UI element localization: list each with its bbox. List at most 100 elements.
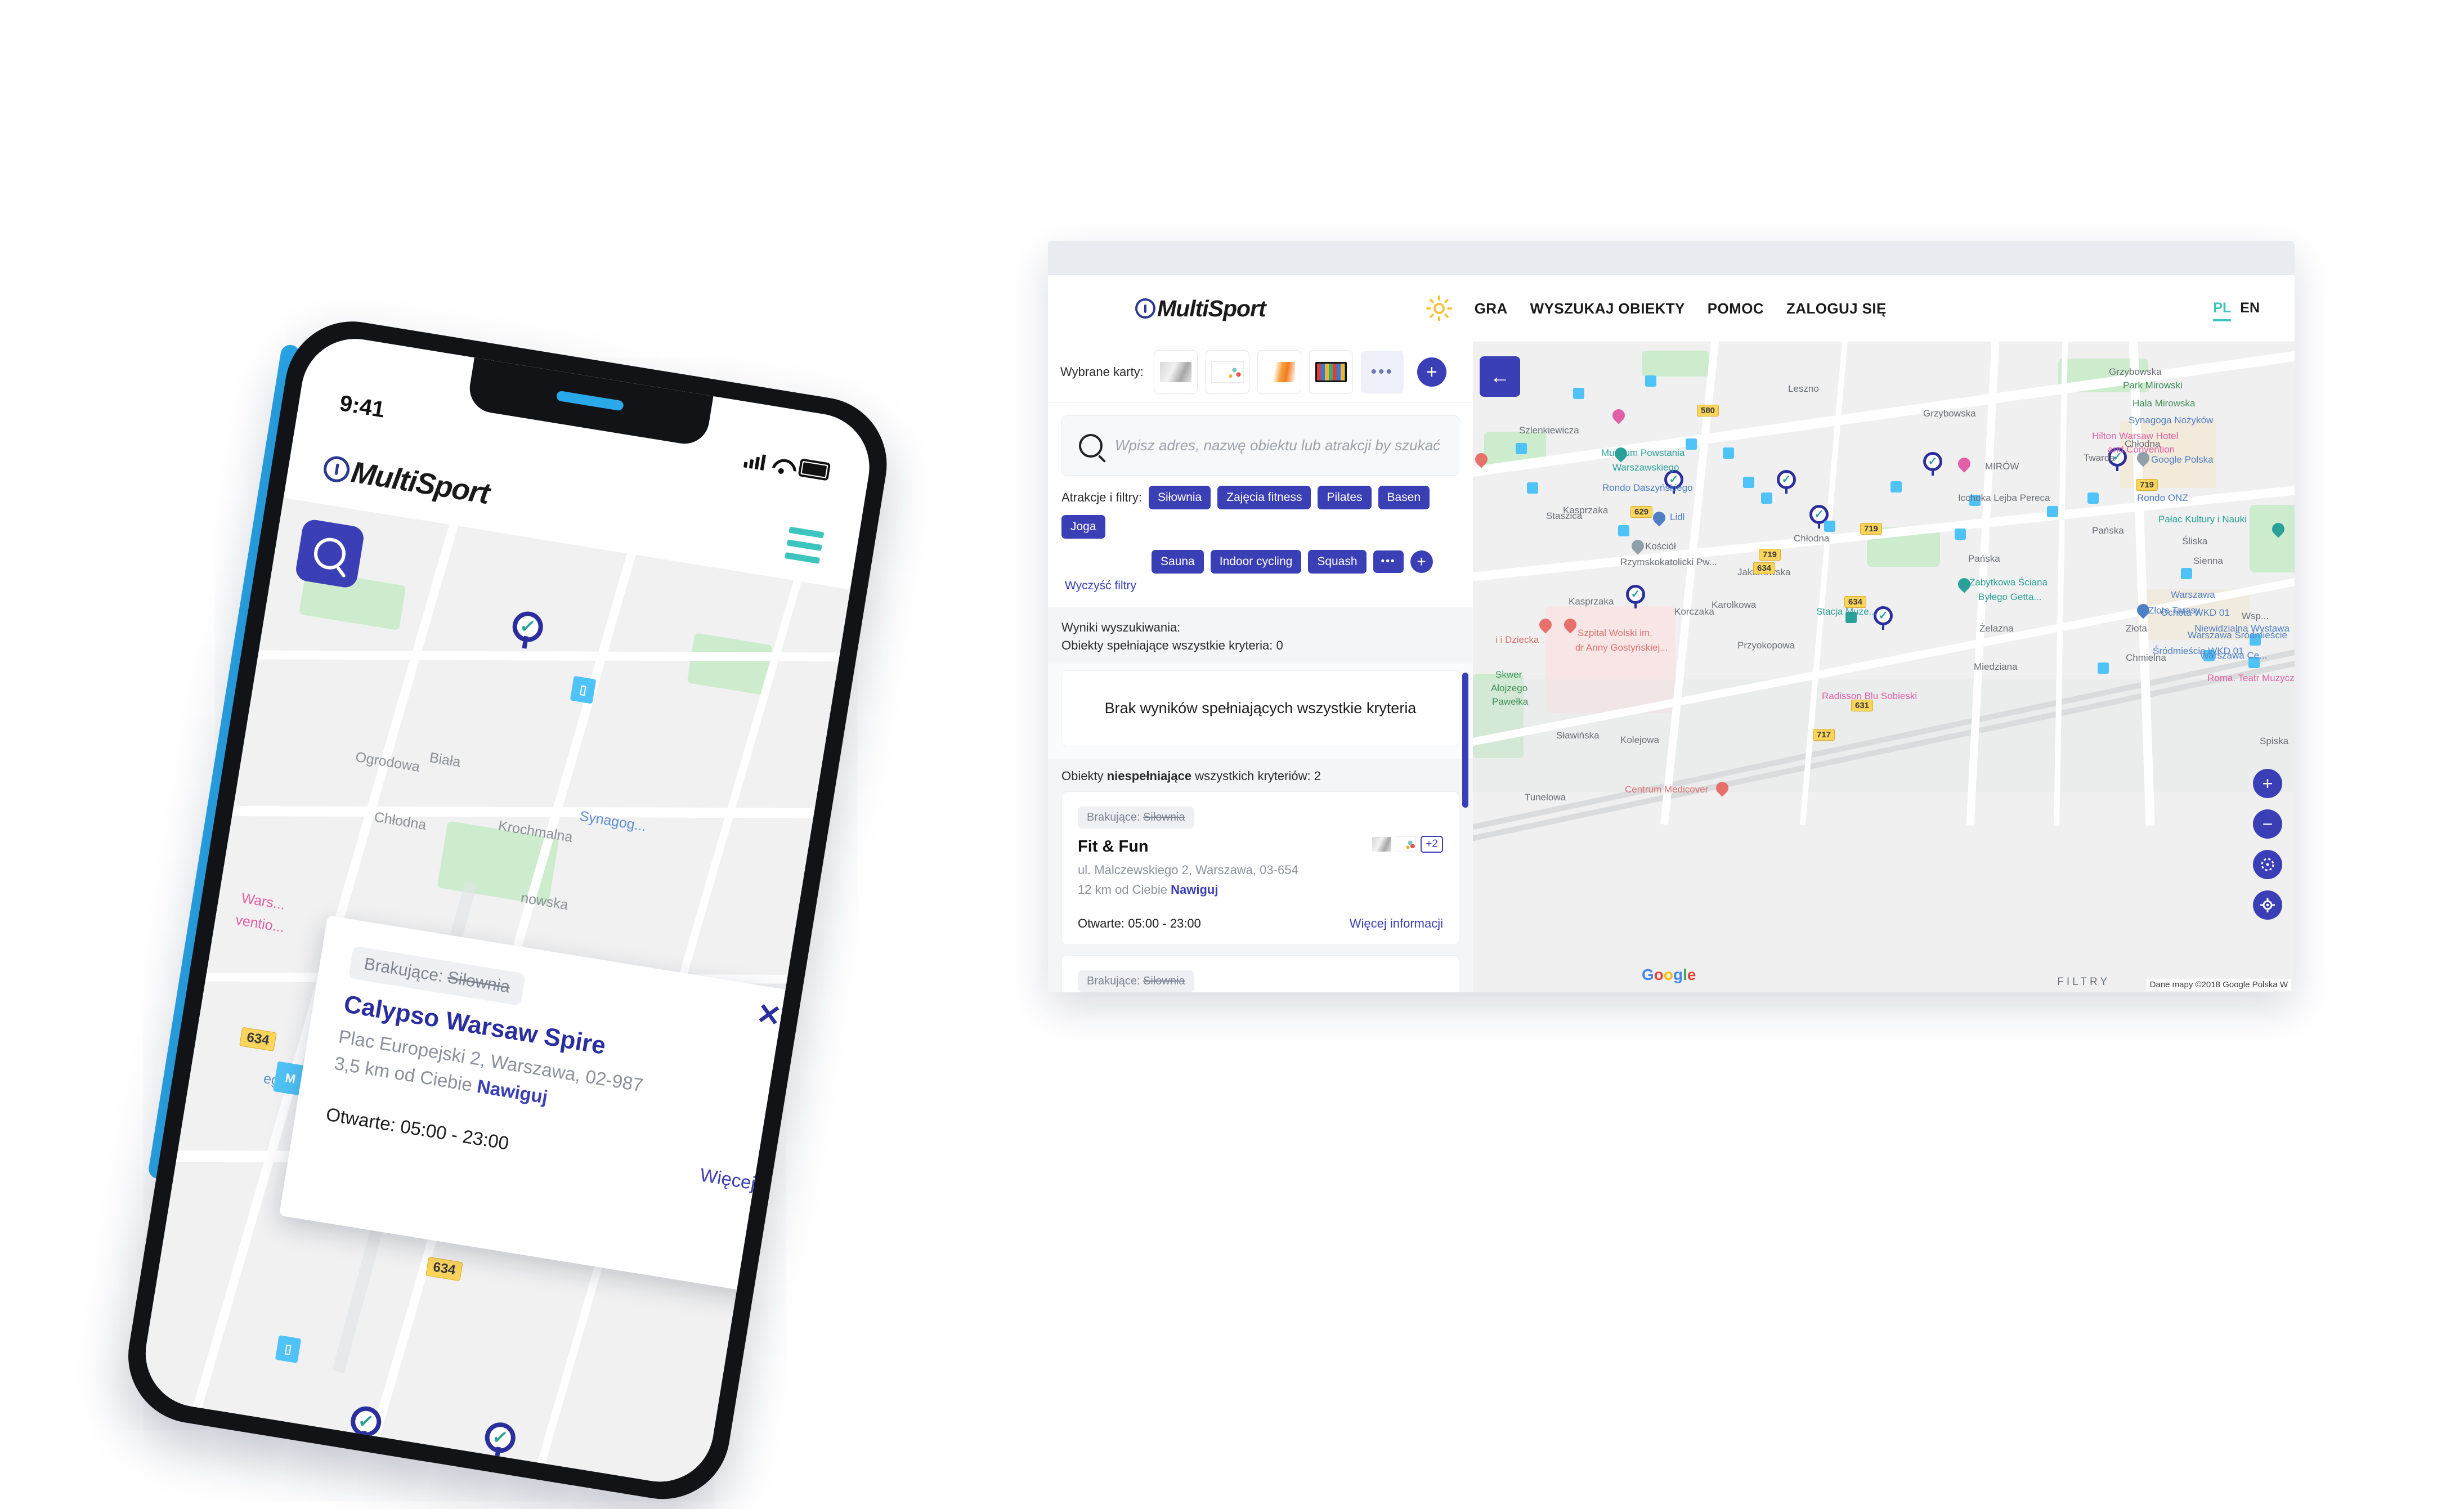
filter-add-button[interactable]: + bbox=[1410, 550, 1433, 573]
card-thumb-multisport-kids[interactable] bbox=[1205, 350, 1249, 394]
wifi-icon bbox=[771, 457, 792, 474]
more-link[interactable]: Więcej bbox=[698, 1164, 757, 1194]
filter-chip-zajecia-fitness[interactable]: Zajęcia fitness bbox=[1217, 486, 1311, 509]
map-label: Skwer bbox=[1495, 669, 1522, 680]
map-label: Pawełka bbox=[1492, 696, 1529, 707]
map-label: Korczaka bbox=[1674, 606, 1714, 617]
filter-chip-indoor-cycling[interactable]: Indoor cycling bbox=[1210, 550, 1302, 574]
map-label: Park Mirowski bbox=[2123, 380, 2183, 391]
road-shield: 629 bbox=[1630, 506, 1653, 518]
map-pin-venue[interactable]: ✓ bbox=[510, 609, 545, 644]
nav-item-zaloguj-sie[interactable]: ZALOGUJ SIĘ bbox=[1786, 300, 1887, 317]
map-label: Wars... bbox=[240, 890, 286, 913]
lang-option-en[interactable]: EN bbox=[2240, 300, 2260, 316]
extra-cards-badge[interactable]: +2 bbox=[1421, 835, 1443, 853]
search-panel: Wybrane karty: ••• + Wpisz adres, nazwę … bbox=[1048, 342, 1473, 992]
navigate-link[interactable]: Nawiguj bbox=[1171, 883, 1218, 897]
more-info-link[interactable]: Więcej informacji bbox=[1350, 916, 1443, 931]
map-label: Pańska bbox=[1968, 553, 2000, 564]
results-matching-count: Obiekty spełniające wszystkie kryteria: … bbox=[1061, 638, 1283, 652]
map-label: Stacja Muze... bbox=[1816, 606, 1877, 617]
map-locate-area-button[interactable] bbox=[2253, 850, 2282, 879]
map-pin-venue[interactable]: ✓ bbox=[482, 1420, 518, 1456]
results-nonmatching-count: Obiekty niespełniające wszystkich kryter… bbox=[1048, 759, 1473, 791]
brand-logo[interactable]: MultiSport bbox=[1135, 295, 1266, 322]
road-shield: 634 bbox=[1844, 596, 1867, 608]
map-label: Centrum Medicover bbox=[1625, 784, 1709, 795]
phone-search-button[interactable] bbox=[294, 518, 366, 589]
map-zoom-in-button[interactable]: + bbox=[2253, 769, 2282, 798]
map-controls: + − bbox=[2253, 769, 2282, 920]
result-card-2[interactable]: Brakujące: Siłownia +2 Fit & Fun bbox=[1061, 955, 1459, 992]
map-label: Biała bbox=[428, 749, 462, 771]
close-icon[interactable]: ✕ bbox=[754, 997, 783, 1033]
card-thumb-multisport-light[interactable] bbox=[1257, 350, 1301, 394]
phone-brand-logo[interactable]: MultiSport bbox=[321, 450, 492, 511]
filter-chip-joga[interactable]: Joga bbox=[1061, 515, 1105, 539]
map-poi-hotel[interactable] bbox=[1955, 455, 1973, 473]
map-pin-venue[interactable]: ✓ bbox=[1626, 585, 1645, 608]
result-distance-row: 12 km od Ciebie Nawiguj bbox=[1078, 883, 1443, 897]
main-navigation: GRA WYSZUKAJ OBIEKTY POMOC ZALOGUJ SIĘ bbox=[1426, 295, 1887, 321]
filter-chip-silownia[interactable]: Siłownia bbox=[1149, 486, 1211, 509]
results-scrollbar[interactable] bbox=[1462, 672, 1468, 808]
filter-chip-basen[interactable]: Basen bbox=[1378, 486, 1430, 509]
map-label: Grzybowska bbox=[2109, 366, 2162, 377]
map-label: Rondo ONZ bbox=[2137, 492, 2188, 503]
arrow-left-icon: ← bbox=[1490, 365, 1510, 388]
card-thumb-multisport-classic[interactable] bbox=[1309, 350, 1353, 394]
lang-option-pl[interactable]: PL bbox=[2213, 300, 2232, 321]
map-label: Ochota WKD 01 bbox=[2161, 607, 2230, 618]
map-pin-venue[interactable]: ✓ bbox=[1777, 470, 1796, 494]
search-icon bbox=[311, 535, 348, 572]
nav-item-pomoc[interactable]: POMOC bbox=[1708, 300, 1764, 317]
mini-card-multisport-plus bbox=[1372, 836, 1392, 852]
road-shield: 719 bbox=[1860, 523, 1883, 535]
result-distance: 12 km od Ciebie bbox=[1078, 882, 1167, 897]
filters-label: Atrakcje i filtry: bbox=[1061, 490, 1143, 504]
result-card-1[interactable]: Brakujące: Siłownia +2 Fit & Fun ul. Mal… bbox=[1061, 791, 1459, 945]
map-poi-lidl[interactable] bbox=[1650, 509, 1668, 527]
map-label: Spiska bbox=[2260, 736, 2289, 746]
results-heading: Wyniki wyszukiwania: bbox=[1061, 620, 1181, 634]
map-poi-hotel[interactable] bbox=[1610, 406, 1628, 424]
map-label: Kasprzaka bbox=[1569, 596, 1614, 607]
map-label: Alojzego bbox=[1491, 683, 1528, 693]
map-label: Pańska bbox=[2092, 525, 2124, 536]
missing-value: Siłownia bbox=[446, 968, 512, 997]
map-label: Google Polska bbox=[2151, 454, 2214, 465]
card-thumb-more[interactable]: ••• bbox=[1360, 351, 1404, 393]
map-label: Niewidzialna Wystawa bbox=[2194, 623, 2290, 634]
filter-chip-pilates[interactable]: Pilates bbox=[1318, 486, 1372, 509]
crosshair-icon bbox=[2260, 898, 2275, 912]
map-pin-venue[interactable]: ✓ bbox=[1923, 452, 1942, 476]
map-label: Sławińska bbox=[1556, 730, 1600, 741]
mini-card-multisport-kids bbox=[1396, 836, 1417, 852]
road-shield: 634 bbox=[425, 1256, 463, 1282]
add-card-button[interactable]: + bbox=[1417, 357, 1446, 387]
map-label: Miedziana bbox=[1974, 661, 2018, 672]
filter-chip-sauna[interactable]: Sauna bbox=[1152, 550, 1204, 574]
map-filtry-label[interactable]: FILTRY bbox=[2057, 976, 2110, 988]
missing-badge: Brakujące: Siłownia bbox=[1078, 970, 1194, 992]
card-thumb-multisport-plus[interactable] bbox=[1153, 350, 1198, 394]
map-back-button[interactable]: ← bbox=[1480, 356, 1520, 397]
map-label: Leszno bbox=[1788, 383, 1819, 394]
map-label: Żelazna bbox=[1979, 623, 2014, 634]
filter-chip-squash[interactable]: Squash bbox=[1308, 550, 1367, 574]
map-poi-church[interactable] bbox=[1629, 537, 1647, 555]
navigate-link[interactable]: Nawiguj bbox=[476, 1076, 549, 1108]
map-attribution: Dane mapy ©2018 Google Polska W bbox=[2146, 979, 2291, 991]
nav-item-gra[interactable]: GRA bbox=[1475, 300, 1508, 317]
hamburger-menu-icon[interactable] bbox=[785, 526, 825, 564]
desktop-map[interactable]: ← ✓ ✓ ✓ ✓ ✓ ✓ ✓ Leszno Park Mirowski Hal… bbox=[1473, 342, 2295, 992]
filter-chip-more[interactable]: ••• bbox=[1373, 550, 1404, 573]
nav-item-wyszukaj-obiekty[interactable]: WYSZUKAJ OBIEKTY bbox=[1530, 300, 1685, 317]
map-zoom-out-button[interactable]: − bbox=[2253, 809, 2282, 839]
search-input[interactable]: Wpisz adres, nazwę obiektu lub atrakcji … bbox=[1061, 415, 1459, 476]
transit-icon: ▯ bbox=[570, 675, 597, 704]
clear-filters-link[interactable]: Wyczyść filtry bbox=[1065, 579, 1136, 593]
phone-brand-name: MultiSport bbox=[349, 455, 492, 511]
map-my-location-button[interactable] bbox=[2253, 890, 2282, 920]
map-label: Chłodna bbox=[2125, 438, 2161, 449]
